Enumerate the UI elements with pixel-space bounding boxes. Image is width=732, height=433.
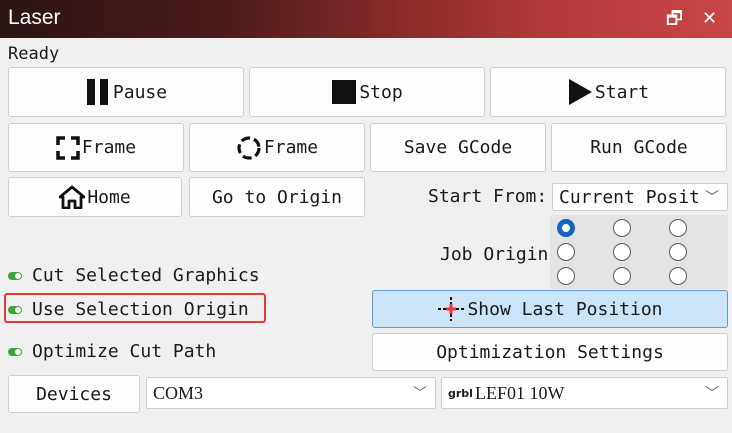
crosshair-icon [438, 297, 465, 321]
job-origin-bottom-center[interactable] [613, 267, 631, 285]
toggle-on-icon[interactable] [8, 347, 22, 356]
frame-rectangle-label: Frame [81, 137, 137, 158]
frame-rectangle-button[interactable]: Frame [8, 123, 184, 172]
window-title: Laser [8, 6, 61, 29]
frame-rectangle-icon [56, 135, 80, 160]
stop-button[interactable]: Stop [249, 67, 485, 117]
job-origin-top-left[interactable] [557, 219, 575, 237]
run-gcode-button[interactable]: Run GCode [551, 123, 727, 172]
home-icon [59, 185, 86, 209]
save-gcode-button[interactable]: Save GCode [370, 123, 546, 172]
start-from-label: Start From: [428, 186, 548, 207]
pause-label: Pause [112, 81, 168, 103]
job-origin-middle-left[interactable] [557, 243, 575, 261]
job-origin-middle-center[interactable] [613, 243, 631, 261]
home-button[interactable]: Home [8, 177, 182, 217]
job-origin-grid [550, 215, 728, 289]
use-selection-origin-label: Use Selection Origin [32, 299, 249, 320]
devices-button[interactable]: Devices [8, 375, 140, 413]
device-value: LEF01 10W [474, 382, 565, 403]
status-text: Ready [8, 44, 60, 64]
restore-icon[interactable]: 🗗 [666, 8, 683, 30]
frame-circle-icon [237, 135, 261, 160]
show-last-position-label: Show Last Position [467, 298, 663, 320]
optimize-cut-path-label: Optimize Cut Path [32, 341, 217, 362]
frame-circle-label: Frame [263, 137, 319, 158]
play-icon [568, 79, 592, 105]
toggle-on-icon[interactable] [8, 271, 22, 280]
job-origin-label: Job Origin [440, 244, 549, 265]
frame-circle-button[interactable]: Frame [189, 123, 365, 172]
job-origin-top-right[interactable] [669, 219, 687, 237]
start-from-value: Current Posit [559, 186, 700, 208]
optimization-settings-button[interactable]: Optimization Settings [372, 333, 728, 371]
cut-selected-graphics-option[interactable]: Cut Selected Graphics [8, 265, 260, 286]
close-icon[interactable]: ✕ [702, 8, 717, 30]
start-label: Start [594, 81, 650, 103]
device-select[interactable]: grbl LEF01 10W ﹀ [441, 377, 728, 409]
job-origin-middle-right[interactable] [669, 243, 687, 261]
job-origin-top-center[interactable] [613, 219, 631, 237]
pause-icon [86, 79, 108, 105]
start-button[interactable]: Start [490, 67, 726, 117]
title-bar: Laser 🗗 ✕ [0, 0, 732, 38]
stop-label: Stop [359, 81, 403, 103]
job-origin-bottom-right[interactable] [669, 267, 687, 285]
use-selection-origin-option[interactable]: Use Selection Origin [8, 299, 249, 320]
grbl-badge: grbl [448, 386, 473, 400]
chevron-down-icon: ﹀ [705, 190, 719, 206]
stop-icon [332, 80, 357, 104]
toggle-on-icon[interactable] [8, 305, 22, 314]
chevron-down-icon: ﹀ [705, 386, 719, 402]
job-origin-bottom-left[interactable] [557, 267, 575, 285]
chevron-down-icon: ﹀ [413, 386, 427, 402]
home-label: Home [87, 186, 131, 208]
pause-button[interactable]: Pause [8, 67, 244, 117]
cut-selected-graphics-label: Cut Selected Graphics [32, 265, 260, 286]
show-last-position-button[interactable]: Show Last Position [372, 290, 728, 328]
start-from-select[interactable]: Current Posit ﹀ [552, 183, 728, 211]
optimize-cut-path-option[interactable]: Optimize Cut Path [8, 341, 216, 362]
port-value: COM3 [153, 382, 204, 403]
port-select[interactable]: COM3 ﹀ [146, 377, 436, 409]
go-to-origin-button[interactable]: Go to Origin [189, 177, 365, 217]
